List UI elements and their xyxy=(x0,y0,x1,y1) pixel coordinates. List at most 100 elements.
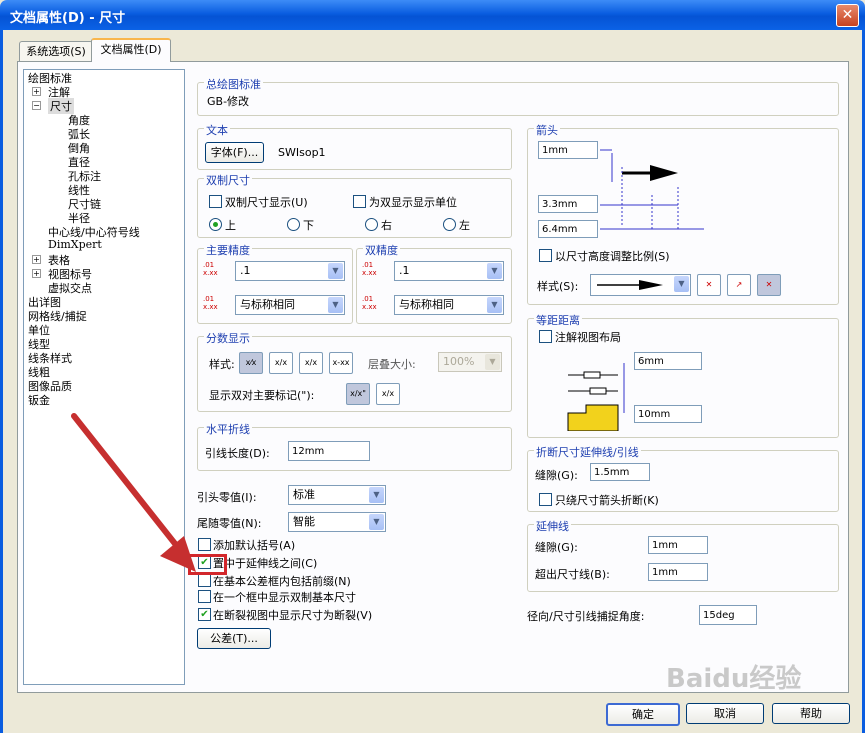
group-title: 总绘图标准 xyxy=(204,76,263,92)
dual-basic-frame-checkbox[interactable] xyxy=(198,590,211,603)
expander-plus-icon[interactable]: + xyxy=(32,255,41,264)
center-between-extension-label: 置中于延伸线之间(C) xyxy=(213,557,318,570)
chevron-down-icon[interactable]: ▼ xyxy=(487,297,502,313)
radio-left-label: 左 xyxy=(459,219,470,232)
chevron-down-icon: ▼ xyxy=(485,354,500,370)
cancel-button[interactable]: 取消 xyxy=(686,703,764,724)
stack-size-select: 100% ▼ xyxy=(438,352,502,372)
arrow-diagram-icon xyxy=(600,149,704,230)
filled-arrow-icon xyxy=(597,280,663,290)
leader-length-input[interactable]: 12mm xyxy=(288,441,370,461)
window-title: 文档属性(D) - 尺寸 xyxy=(10,11,126,26)
radio-right-label: 右 xyxy=(381,219,392,232)
chevron-down-icon[interactable]: ▼ xyxy=(328,263,343,279)
arrow-inside-icon[interactable]: ↗ xyxy=(727,274,751,296)
extension-gap-label: 缝隙(G): xyxy=(535,541,578,554)
expander-minus-icon[interactable]: − xyxy=(32,101,41,110)
fraction-style-stacked-icon[interactable]: x/x xyxy=(269,352,293,374)
group-offset-distances: 等距距离 注解视图布局 6mm 10mm xyxy=(527,312,839,438)
scale-with-height-checkbox[interactable] xyxy=(539,249,552,262)
group-break-extension: 折断尺寸延伸线/引线 缝隙(G): 1.5mm 只绕尺寸箭头折断(K) xyxy=(527,444,839,512)
dual-precision-select[interactable]: .1 ▼ xyxy=(394,261,504,281)
dual-tolerance-precision-select[interactable]: 与标称相同 ▼ xyxy=(394,295,504,315)
fraction-style-slash-icon[interactable]: x/x xyxy=(299,352,323,374)
dual-mark-off-icon[interactable]: x/x xyxy=(376,383,400,405)
close-button[interactable]: ✕ xyxy=(836,4,859,27)
tab-system-options[interactable]: 系统选项(S) xyxy=(19,41,93,62)
broken-view-label: 在断裂视图中显示尺寸为断裂(V) xyxy=(213,609,373,622)
precision-tolerance-icon: .01 x.xx xyxy=(362,295,377,311)
radio-bottom[interactable] xyxy=(287,218,300,231)
group-horizontal-break: 水平折线 引线长度(D): 12mm xyxy=(197,421,512,471)
options-tree[interactable]: 绘图标准 + 注解 − 尺寸 角度 弧长 倒角 直径 孔标注 线性 尺寸链 半径… xyxy=(23,69,185,685)
precision-value-icon: .01 x.xx xyxy=(362,261,377,277)
group-dual-precision: 双精度 .01 x.xx .1 ▼ .01 x.xx 与标称相同 ▼ xyxy=(356,242,512,324)
arrows-only-label: 只绕尺寸箭头折断(K) xyxy=(555,494,659,507)
chevron-down-icon[interactable]: ▼ xyxy=(674,276,689,292)
dual-tolerance-value: 与标称相同 xyxy=(399,298,454,311)
standard-value: GB-修改 xyxy=(207,95,250,108)
radial-snap-label: 径向/尺寸引线捕捉角度: xyxy=(527,610,645,623)
arrow-length-input[interactable]: 6.4mm xyxy=(538,220,598,238)
fraction-style-diagonal-icon[interactable]: x⁄x xyxy=(239,352,263,374)
arrow-smart-icon[interactable]: ✕ xyxy=(757,274,781,296)
primary-tolerance-precision-select[interactable]: 与标称相同 ▼ xyxy=(235,295,345,315)
beyond-line-input[interactable]: 1mm xyxy=(648,563,708,581)
break-gap-input[interactable]: 1.5mm xyxy=(590,463,650,481)
beyond-line-label: 超出尺寸线(B): xyxy=(535,568,610,581)
primary-precision-select[interactable]: .1 ▼ xyxy=(235,261,345,281)
chevron-down-icon[interactable]: ▼ xyxy=(328,297,343,313)
arrow-width-input[interactable]: 1mm xyxy=(538,141,598,159)
group-text: 文本 字体(F)... SWIsop1 xyxy=(197,122,512,170)
chevron-down-icon[interactable]: ▼ xyxy=(369,487,384,503)
group-title: 等距距离 xyxy=(534,312,582,328)
chevron-down-icon[interactable]: ▼ xyxy=(369,514,384,530)
scale-with-height-label: 以尺寸高度调整比例(S) xyxy=(555,250,670,263)
radio-bottom-label: 下 xyxy=(303,219,314,232)
default-parentheses-label: 添加默认括号(A) xyxy=(213,539,296,552)
group-dual-dimensions: 双制尺寸 双制尺寸显示(U) 为双显示显示单位 上 下 右 左 xyxy=(197,172,512,238)
radial-snap-input[interactable]: 15deg xyxy=(699,605,757,625)
broken-view-checkbox[interactable]: ✔ xyxy=(198,608,211,621)
arrow-height-input[interactable]: 3.3mm xyxy=(538,195,598,213)
radio-left[interactable] xyxy=(443,218,456,231)
tree-item-sheet-metal[interactable]: 钣金 xyxy=(28,392,50,408)
group-title: 主要精度 xyxy=(204,242,252,258)
view-layout-label: 注解视图布局 xyxy=(555,331,621,344)
radio-top[interactable] xyxy=(209,218,222,231)
offset-first-input[interactable]: 6mm xyxy=(634,352,702,370)
dual-units-checkbox[interactable] xyxy=(353,195,366,208)
arrow-outside-icon[interactable]: ✕ xyxy=(697,274,721,296)
group-fraction-display: 分数显示 样式: x⁄x x/x x/x x-xx 层叠大小: 100% ▼ 显… xyxy=(197,330,512,412)
font-button[interactable]: 字体(F)... xyxy=(205,142,264,163)
help-button[interactable]: 帮助 xyxy=(772,703,850,724)
trailing-zeros-value: 智能 xyxy=(293,515,315,528)
font-name: SWIsop1 xyxy=(278,146,326,159)
expander-plus-icon[interactable]: + xyxy=(32,87,41,96)
offset-second-input[interactable]: 10mm xyxy=(634,405,702,423)
stack-size-label: 层叠大小: xyxy=(368,358,416,371)
dual-display-checkbox[interactable] xyxy=(209,195,222,208)
ok-button[interactable]: 确定 xyxy=(606,703,680,726)
arrow-style-select[interactable]: ▼ xyxy=(590,274,691,296)
trailing-zeros-select[interactable]: 智能 ▼ xyxy=(288,512,386,532)
group-title: 水平折线 xyxy=(204,421,252,437)
dual-display-label: 双制尺寸显示(U) xyxy=(225,196,308,209)
tree-item-dimxpert[interactable]: DimXpert xyxy=(48,238,102,251)
tolerance-button[interactable]: 公差(T)... xyxy=(197,628,271,649)
arrows-only-checkbox[interactable] xyxy=(539,493,552,506)
fraction-style-dash-icon[interactable]: x-xx xyxy=(329,352,353,374)
expander-plus-icon[interactable]: + xyxy=(32,269,41,278)
group-title: 延伸线 xyxy=(534,518,571,534)
tab-document-properties[interactable]: 文档属性(D) xyxy=(91,38,171,62)
title-bar: 文档属性(D) - 尺寸 ✕ xyxy=(0,0,865,30)
chevron-down-icon[interactable]: ▼ xyxy=(487,263,502,279)
leading-zeros-label: 引头零值(I): xyxy=(197,491,257,504)
primary-precision-value: .1 xyxy=(240,264,251,277)
group-extension-lines: 延伸线 缝隙(G): 1mm 超出尺寸线(B): 1mm xyxy=(527,518,839,592)
view-layout-checkbox[interactable] xyxy=(539,330,552,343)
leading-zeros-select[interactable]: 标准 ▼ xyxy=(288,485,386,505)
dual-mark-on-icon[interactable]: x/x" xyxy=(346,383,370,405)
radio-right[interactable] xyxy=(365,218,378,231)
extension-gap-input[interactable]: 1mm xyxy=(648,536,708,554)
